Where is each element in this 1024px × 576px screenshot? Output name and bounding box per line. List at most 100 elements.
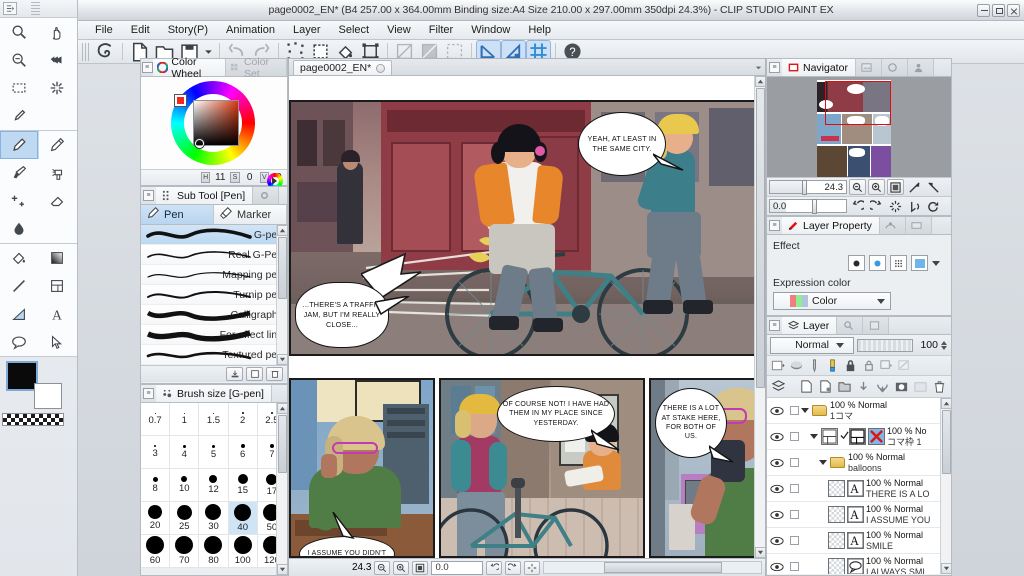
navigator-preview[interactable] xyxy=(767,77,951,177)
sub-tool-item-textured-pen[interactable]: Textured pen xyxy=(141,345,287,365)
sub-tool-group-marker[interactable]: Marker xyxy=(214,205,287,224)
layer-visibility-icon[interactable] xyxy=(767,510,787,520)
tab-animation-cels[interactable] xyxy=(880,217,906,234)
ruler-tool[interactable] xyxy=(0,300,39,328)
layer-expand-triangle-icon[interactable] xyxy=(810,434,818,439)
balloon-tool[interactable] xyxy=(0,328,39,356)
scroll-up-arrow[interactable] xyxy=(941,398,951,409)
transfer-down-button[interactable] xyxy=(855,378,872,395)
sub-tool-item-mapping-pen[interactable]: Mapping pen xyxy=(141,265,287,285)
layer-select-checkbox[interactable] xyxy=(787,484,801,493)
layer-row[interactable]: 100 % NormalI ALWAYS SMI xyxy=(767,554,951,574)
brush-size-cell[interactable]: 0.7 xyxy=(141,403,170,436)
layer-select-checkbox[interactable] xyxy=(787,510,801,519)
scroll-up-arrow[interactable] xyxy=(277,225,287,236)
document-tab-close-icon[interactable] xyxy=(376,64,385,73)
clip-to-layer-button[interactable] xyxy=(788,357,805,374)
move-tool[interactable] xyxy=(39,18,78,46)
layer-visibility-icon[interactable] xyxy=(767,562,787,572)
decoration-tool[interactable] xyxy=(0,187,39,215)
canvas-viewport[interactable]: YEAH, AT LEAST IN THE SAME CITY. ...THER… xyxy=(289,76,765,558)
layer-select-checkbox[interactable] xyxy=(787,562,801,571)
delete-layer-button[interactable] xyxy=(931,378,948,395)
menu-filter[interactable]: Filter xyxy=(420,22,462,38)
import-sub-tool-button[interactable] xyxy=(226,367,243,381)
new-vector-layer-button[interactable] xyxy=(817,378,834,395)
border-effect-button[interactable] xyxy=(848,255,865,271)
chevron-down-icon[interactable] xyxy=(836,343,844,348)
layer-panel-menu-button[interactable]: ≡ xyxy=(767,317,782,334)
tab-sub-tool[interactable]: Sub Tool [Pen] xyxy=(156,187,253,204)
selection-tool[interactable] xyxy=(0,74,39,102)
scroll-up-arrow[interactable] xyxy=(277,403,288,414)
eraser-tool[interactable] xyxy=(39,187,78,215)
tool-palette-grip[interactable] xyxy=(31,2,40,15)
pen-tool[interactable] xyxy=(0,131,39,159)
zoom-in-button[interactable] xyxy=(868,179,885,195)
fit-to-screen-button[interactable] xyxy=(412,561,428,575)
flip-horizontal-button[interactable] xyxy=(906,179,923,195)
brush-size-cell[interactable]: 2 xyxy=(229,403,258,436)
eyedropper-tool[interactable] xyxy=(0,102,39,130)
delete-sub-tool-button[interactable] xyxy=(266,367,283,381)
canvas-vertical-scrollbar[interactable] xyxy=(754,76,765,558)
new-raster-layer-button[interactable] xyxy=(798,378,815,395)
palette-menu-button[interactable] xyxy=(3,2,17,15)
close-button[interactable] xyxy=(1007,4,1020,17)
brush-size-cell[interactable]: 1.5 xyxy=(199,403,228,436)
sub-color-chip[interactable] xyxy=(34,383,62,409)
hue-marker[interactable] xyxy=(175,95,186,106)
comic-panel-1[interactable]: YEAH, AT LEAST IN THE SAME CITY. ...THER… xyxy=(289,100,759,356)
scroll-up-arrow[interactable] xyxy=(755,76,765,87)
layer-visibility-icon[interactable] xyxy=(767,406,787,416)
layer-row[interactable]: 100 % Normal1コマ xyxy=(767,398,951,424)
tab-sub-tool-detail[interactable] xyxy=(253,187,279,204)
brush-size-cell[interactable]: 100 xyxy=(229,535,258,568)
clip-studio-icon[interactable] xyxy=(94,41,117,62)
sub-tool-item-calligraphy[interactable]: Calligraphy xyxy=(141,305,287,325)
maximize-button[interactable] xyxy=(992,4,1005,17)
operation-tool[interactable] xyxy=(0,46,39,74)
brush-size-cell[interactable]: 6 xyxy=(229,436,258,469)
layer-row[interactable]: 100 % Noコマ枠 1 xyxy=(767,424,951,450)
menu-select[interactable]: Select xyxy=(330,22,379,38)
scroll-thumb[interactable] xyxy=(756,88,765,388)
zoom-out-button[interactable] xyxy=(849,179,866,195)
layer-visibility-icon[interactable] xyxy=(767,536,787,546)
rotate-free-button[interactable] xyxy=(925,198,942,214)
lock-transparent-button[interactable] xyxy=(860,357,877,374)
brush-size-cell[interactable]: 5 xyxy=(199,436,228,469)
minimize-button[interactable] xyxy=(977,4,990,17)
layer-stack-icon[interactable] xyxy=(770,378,787,395)
combine-down-button[interactable] xyxy=(874,378,891,395)
zoom-tool[interactable] xyxy=(0,18,39,46)
brush-size-cell[interactable]: 3 xyxy=(141,436,170,469)
menu-view[interactable]: View xyxy=(378,22,420,38)
tab-material[interactable] xyxy=(863,317,889,334)
new-layer-folder-button[interactable] xyxy=(836,378,853,395)
brush-size-cell[interactable]: 8 xyxy=(141,469,170,502)
brush-size-cell[interactable]: 40 xyxy=(229,502,258,535)
scroll-thumb[interactable] xyxy=(942,410,951,474)
canvas-horizontal-scrollbar[interactable] xyxy=(543,561,762,574)
layer-visibility-icon[interactable] xyxy=(767,432,787,442)
ruler-visibility-button[interactable] xyxy=(824,357,841,374)
tab-timeline[interactable] xyxy=(906,217,932,234)
document-tab-menu-icon[interactable] xyxy=(751,60,765,75)
comic-panel-4[interactable]: THERE IS A LOT AT STAKE HERE, FOR BOTH O… xyxy=(649,378,759,558)
expression-color-select[interactable]: Color xyxy=(773,292,891,310)
tab-layer[interactable]: Layer xyxy=(782,317,837,334)
menu-file[interactable]: File xyxy=(86,22,122,38)
scroll-thumb[interactable] xyxy=(278,415,287,473)
sub-tool-scrollbar[interactable] xyxy=(276,225,287,365)
sub-tool-item-for-effect-line[interactable]: For effect line xyxy=(141,325,287,345)
flip-vertical-button[interactable] xyxy=(925,179,942,195)
brush-size-cell[interactable]: 30 xyxy=(199,502,228,535)
sub-tool-item-turnip-pen[interactable]: Turnip pen xyxy=(141,285,287,305)
menu-edit[interactable]: Edit xyxy=(122,22,159,38)
comic-page[interactable]: YEAH, AT LEAST IN THE SAME CITY. ...THER… xyxy=(289,76,765,558)
color-panel-menu-button[interactable]: ≡ xyxy=(141,59,153,76)
brush-size-cell[interactable]: 12 xyxy=(199,469,228,502)
brush-size-cell[interactable]: 4 xyxy=(170,436,199,469)
fit-to-window-button[interactable] xyxy=(887,179,904,195)
